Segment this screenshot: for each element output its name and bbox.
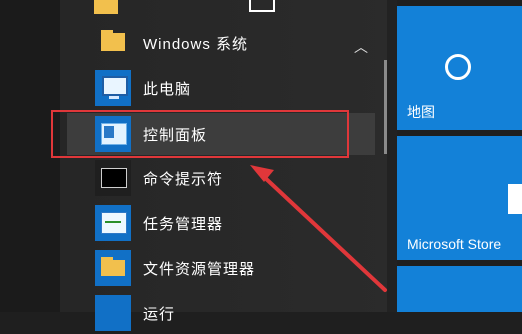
annotation-arrow — [250, 165, 387, 292]
